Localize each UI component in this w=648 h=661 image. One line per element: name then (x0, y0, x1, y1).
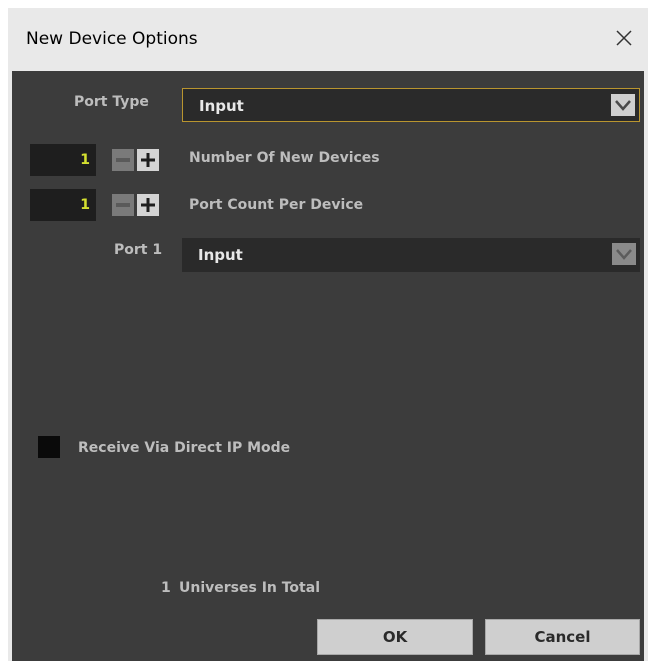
num-devices-value[interactable]: 1 (30, 144, 96, 176)
close-button[interactable] (608, 22, 640, 54)
chevron-down-icon (612, 243, 636, 265)
universes-count: 1 (161, 580, 171, 596)
ok-button[interactable]: OK (317, 619, 473, 655)
direct-ip-label: Receive Via Direct IP Mode (78, 440, 291, 456)
port-count-decrement[interactable] (112, 194, 134, 216)
port1-label: Port 1 (114, 242, 163, 258)
plus-icon (141, 153, 155, 167)
port-count-increment[interactable] (137, 194, 159, 216)
port-type-dropdown[interactable]: Input (182, 88, 640, 122)
port-type-label: Port Type (74, 94, 149, 110)
dialog-content: Port Type Input 1 Number Of New Devices … (12, 71, 644, 661)
cancel-button[interactable]: Cancel (485, 619, 640, 655)
dialog-window: New Device Options Port Type Input 1 Num… (8, 8, 648, 661)
close-icon (616, 30, 632, 46)
num-devices-increment[interactable] (137, 149, 159, 171)
minus-icon (116, 158, 130, 162)
title-bar: New Device Options (8, 8, 648, 71)
port-type-value: Input (199, 97, 244, 115)
direct-ip-checkbox[interactable] (38, 436, 60, 458)
plus-icon (141, 198, 155, 212)
minus-icon (116, 203, 130, 207)
port1-dropdown[interactable]: Input (182, 238, 640, 272)
port-count-value[interactable]: 1 (30, 189, 96, 221)
universes-label: Universes In Total (179, 580, 320, 596)
dialog-title: New Device Options (26, 29, 198, 49)
num-devices-decrement[interactable] (112, 149, 134, 171)
num-devices-label: Number Of New Devices (189, 150, 380, 166)
port1-value: Input (198, 246, 243, 264)
port-count-label: Port Count Per Device (189, 197, 364, 213)
chevron-down-icon (611, 94, 635, 116)
